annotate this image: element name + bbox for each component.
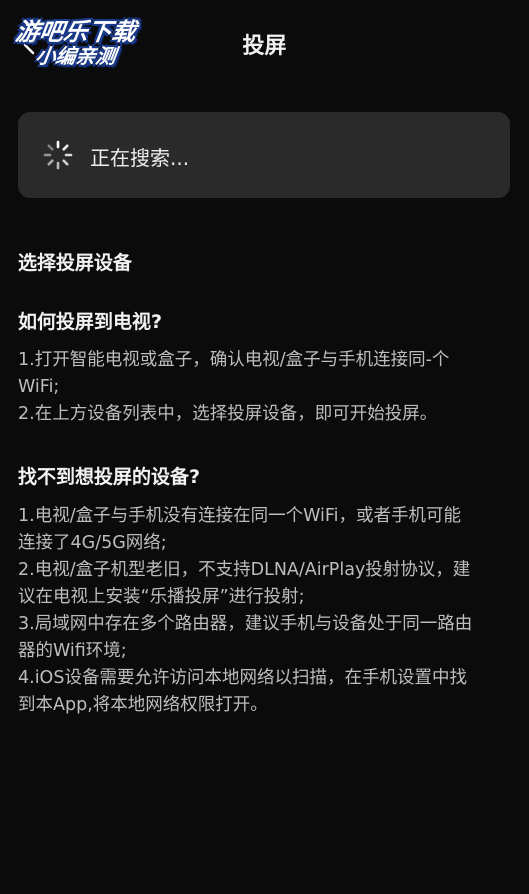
notfound-line: 连接了4G/5G网络; [18,533,167,553]
howto-line: 1.打开智能电视或盒子，确认电视/盒子与手机连接同-个 [18,350,450,370]
notfound-line: 2.电视/盒子机型老旧，不支持DLNA/AirPlay投射协议，建 [18,560,471,580]
notfound-heading: 找不到想投屏的设备? [18,466,201,488]
howto-heading: 如何投屏到电视? [18,311,163,333]
notfound-line: 议在电视上安装“乐播投屏”进行投射; [18,587,305,607]
notfound-line: 3.局域网中存在多个路由器，建议手机与设备处于同一路由 [18,614,473,634]
howto-instructions: 1.打开智能电视或盒子，确认电视/盒子与手机连接同-个 WiFi; 2.在上方设… [18,347,524,428]
top-bar: 游吧乐下载 小编亲测 投屏 [0,0,529,88]
howto-line: WiFi; [18,377,60,397]
howto-line: 2.在上方设备列表中，选择投屏设备，即可开始投屏。 [18,404,438,424]
search-status-text: 正在搜索... [90,146,190,170]
notfound-line: 1.电视/盒子与手机没有连接在同一个WiFi，或者手机可能 [18,506,462,526]
notfound-line: 到本App,将本地网络权限打开。 [18,695,268,715]
page-title: 投屏 [242,34,287,59]
loading-spinner-icon [43,140,73,170]
notfound-line: 器的Wifi环境; [18,641,127,661]
notfound-instructions: 1.电视/盒子与手机没有连接在同一个WiFi，或者手机可能 连接了4G/5G网络… [18,503,524,719]
select-device-heading: 选择投屏设备 [18,252,133,274]
search-status-card: 正在搜索... [18,112,510,198]
notfound-line: 4.iOS设备需要允许访问本地网络以扫描，在手机设置中找 [18,668,467,688]
